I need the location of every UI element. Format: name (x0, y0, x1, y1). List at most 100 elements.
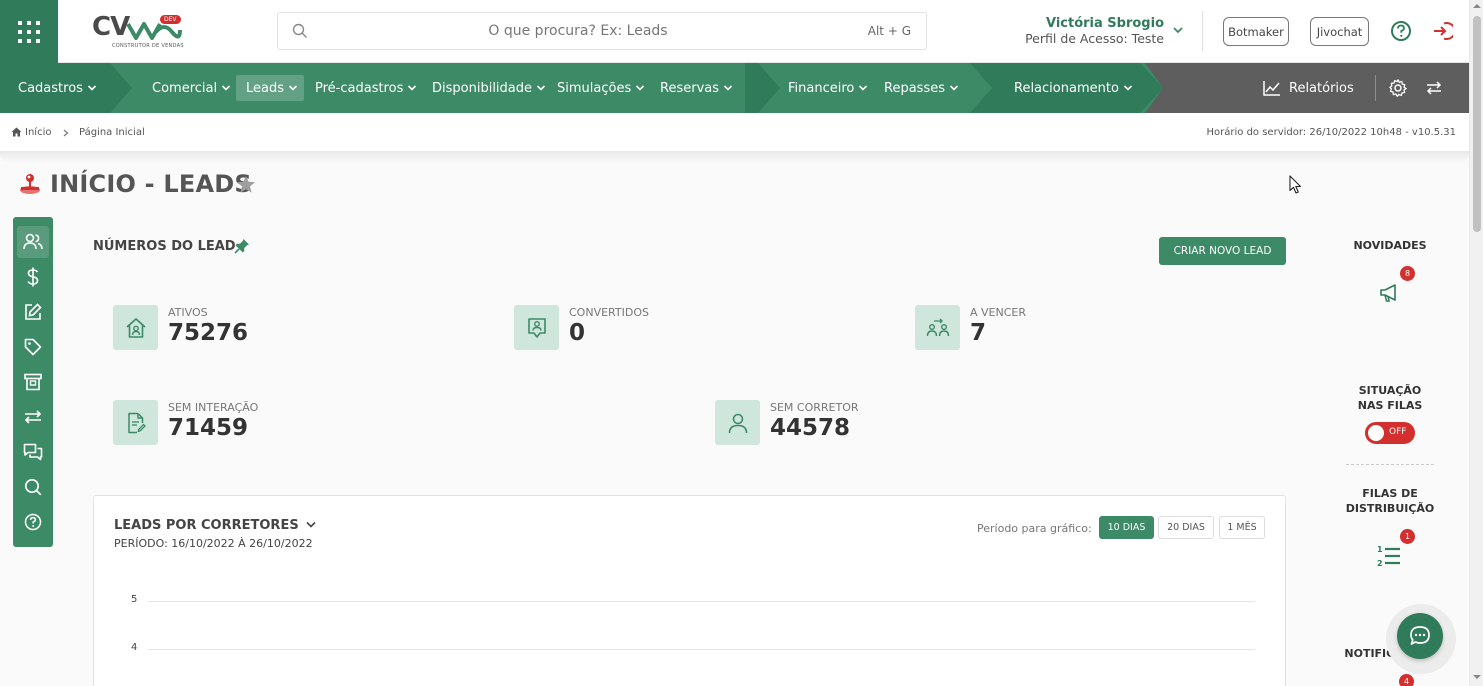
nav-label: Financeiro (788, 80, 855, 96)
nav-separator (1375, 75, 1376, 101)
stat-label: SEM INTERAÇÃO (168, 401, 259, 414)
chevron-down-icon[interactable] (1172, 25, 1184, 35)
side-help-button[interactable] (17, 506, 49, 538)
side-search-button[interactable] (17, 471, 49, 503)
side-toolbar (13, 217, 53, 547)
jivochat-button[interactable]: Jivochat (1310, 17, 1369, 46)
queue-status-toggle[interactable]: OFF (1365, 422, 1415, 444)
period-1-month-button[interactable]: 1 MÊS (1219, 516, 1265, 539)
grid-icon (18, 20, 40, 43)
nav-item-cadastros[interactable]: Cadastros (18, 63, 97, 113)
logo-text: CV (92, 12, 130, 42)
stat-label: ATIVOS (168, 306, 208, 319)
distribution-queues-title-1: FILAS DE (1362, 487, 1418, 500)
users-exchange-icon (915, 305, 960, 350)
gear-icon[interactable] (1389, 79, 1407, 97)
nav-item-relacionamento[interactable]: Relacionamento (1014, 63, 1133, 113)
help-icon (24, 513, 42, 531)
breadcrumb-home[interactable]: Início (25, 127, 51, 138)
side-building-button[interactable] (17, 366, 49, 398)
nav-item-comercial[interactable]: Comercial (152, 63, 231, 113)
side-edit-button[interactable] (17, 296, 49, 328)
side-finance-button[interactable] (17, 261, 49, 293)
top-header: CV DEV CONSTRUTOR DE VENDAS Alt + G Vict… (0, 0, 1469, 63)
side-leads-button[interactable] (17, 226, 49, 258)
nav-item-simulacoes[interactable]: Simulações (557, 63, 645, 113)
notifications-count-badge: 4 (1399, 674, 1414, 686)
edit-icon (25, 303, 42, 320)
chevron-down-icon (408, 85, 417, 91)
lead-numbers-title: NÚMEROS DO LEAD (93, 239, 236, 254)
scroll-down-icon[interactable] (1473, 674, 1481, 680)
help-icon[interactable] (1390, 20, 1412, 42)
megaphone-icon[interactable] (1379, 282, 1401, 302)
page-scrollbar[interactable] (1469, 0, 1483, 686)
logo[interactable]: CV DEV CONSTRUTOR DE VENDAS (92, 12, 184, 52)
nav-label: Reservas (660, 80, 719, 96)
user-name[interactable]: Victória Sbrogio (1030, 16, 1164, 31)
side-tag-button[interactable] (17, 331, 49, 363)
queue-status-title-1: SITUAÇÃO (1358, 384, 1422, 397)
chat-button[interactable] (1397, 613, 1443, 659)
star-icon[interactable] (236, 175, 256, 194)
stat-value: 7 (970, 320, 987, 346)
stat-sem-interacao[interactable]: SEM INTERAÇÃO 71459 (113, 400, 333, 446)
tag-icon (24, 338, 42, 356)
pin-icon[interactable] (234, 238, 250, 254)
nav-item-financeiro[interactable]: Financeiro (788, 63, 868, 113)
botmaker-button[interactable]: Botmaker (1223, 17, 1289, 46)
period-label: Período para gráfico: (977, 522, 1092, 535)
stat-sem-corretor[interactable]: SEM CORRETOR 44578 (715, 400, 935, 446)
stat-label: A VENCER (970, 306, 1026, 319)
server-time: Horário do servidor: 26/10/2022 10h48 - … (1206, 127, 1456, 138)
nav-item-pre-cadastros[interactable]: Pré-cadastros (315, 63, 417, 113)
chevron-down-icon (87, 85, 96, 91)
stat-ativos[interactable]: ATIVOS 75276 (113, 305, 333, 351)
dollar-icon (27, 267, 39, 287)
swap-icon (24, 410, 42, 424)
search-input[interactable] (318, 13, 838, 49)
chart-line-icon (1263, 81, 1280, 96)
nav-item-repasses[interactable]: Repasses (884, 63, 959, 113)
nav-label: Relatórios (1289, 80, 1354, 96)
scroll-thumb[interactable] (1473, 16, 1481, 232)
search-icon (292, 23, 307, 38)
logout-icon[interactable] (1431, 20, 1453, 42)
scroll-up-icon[interactable] (1473, 3, 1481, 9)
stat-a-vencer[interactable]: A VENCER 7 (915, 305, 1135, 351)
right-separator (1346, 464, 1434, 465)
svg-text:1: 1 (1377, 545, 1383, 554)
chevron-down-icon (222, 85, 231, 91)
period-10-days-button[interactable]: 10 DIAS (1099, 516, 1154, 539)
search-shortcut: Alt + G (867, 24, 911, 38)
apps-menu-button[interactable] (0, 0, 58, 63)
chat-icon (23, 443, 43, 461)
nav-label: Disponibilidade (432, 80, 533, 96)
grid-line (148, 601, 1255, 602)
nav-label: Comercial (152, 80, 218, 96)
nav-item-reservas[interactable]: Reservas (660, 63, 733, 113)
stat-convertidos[interactable]: CONVERTIDOS 0 (514, 305, 734, 351)
user-profile: Perfil de Acesso: Teste (1025, 31, 1164, 46)
nav-item-disponibilidade[interactable]: Disponibilidade (432, 63, 546, 113)
side-swap-button[interactable] (17, 401, 49, 433)
page-title: INÍCIO - LEADS (50, 170, 252, 198)
toggle-label: OFF (1389, 427, 1407, 437)
users-icon (23, 233, 43, 250)
create-lead-button[interactable]: CRIAR NOVO LEAD (1159, 237, 1286, 265)
swap-icon[interactable] (1426, 81, 1442, 95)
period-20-days-button[interactable]: 20 DIAS (1158, 516, 1214, 539)
chat-bubble-icon (1410, 626, 1430, 645)
ordered-list-icon[interactable]: 1 2 (1377, 544, 1401, 568)
nav-item-leads[interactable]: Leads (246, 63, 298, 113)
chevron-down-icon[interactable] (305, 520, 317, 529)
nav-item-relatorios[interactable]: Relatórios (1263, 63, 1354, 113)
distribution-queues-title-2: DISTRIBUIÇÃO (1345, 502, 1435, 515)
chevron-down-icon (949, 85, 959, 91)
user-icon (715, 400, 760, 445)
home-user-icon (113, 305, 158, 350)
logo-subtitle: CONSTRUTOR DE VENDAS (112, 43, 184, 49)
nav-label: Pré-cadastros (315, 80, 404, 96)
mouse-cursor-icon (1289, 175, 1302, 194)
side-chat-button[interactable] (17, 436, 49, 468)
